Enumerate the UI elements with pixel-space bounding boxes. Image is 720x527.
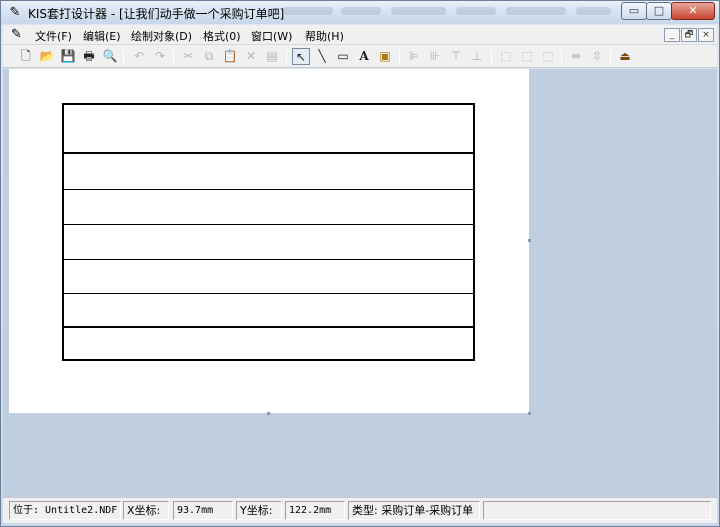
document-icon[interactable]: ✎ [11,27,22,43]
status-y-label: Y坐标: [236,501,282,520]
menu-edit[interactable]: 编辑(E) [83,28,121,44]
design-canvas-area[interactable] [3,69,717,497]
menu-draw-object[interactable]: 绘制对象(D) [131,28,192,44]
table-row-divider [64,189,473,190]
toolbar-separator [123,49,124,64]
blurred-background-text [506,7,566,15]
blurred-background-text [391,7,446,15]
horizontal-spacing-icon[interactable]: ⇹ [567,48,585,65]
application-window: ✎ KIS套打设计器 - [让我们动手做一个采购订单吧] ▭ □ ✕ ✎ 文件(… [0,0,720,527]
toolbar-separator [286,49,287,64]
menu-file[interactable]: 文件(F) [35,28,72,44]
status-x-label: X坐标: [123,501,169,520]
table-row-divider [64,152,473,154]
exit-icon[interactable]: ⏏ [616,48,634,65]
properties-icon[interactable]: ▤ [263,48,281,65]
line-tool-icon[interactable]: ╲ [313,48,331,65]
new-file-icon[interactable]: 🗋 [17,48,35,65]
toolbar-separator [399,49,400,64]
status-empty-panel [483,501,711,520]
maximize-button[interactable]: □ [646,2,672,20]
print-preview-icon[interactable]: 🔍 [101,48,119,65]
vertical-spacing-icon[interactable]: ⇳ [588,48,606,65]
same-width-icon[interactable]: ⬚ [497,48,515,65]
same-size-icon[interactable]: ⬚ [539,48,557,65]
menu-help[interactable]: 帮助(H) [305,28,344,44]
rectangle-tool-icon[interactable]: ▭ [334,48,352,65]
copy-icon[interactable]: ⧉ [200,48,218,65]
text-tool-icon[interactable]: A [355,48,373,65]
mdi-minimize-button[interactable]: _ [664,28,680,42]
menu-window[interactable]: 窗口(W) [251,28,292,44]
blurred-background-text [456,7,496,15]
page-resize-handle[interactable] [267,412,270,415]
toolbar-separator [491,49,492,64]
table-grid-object[interactable] [62,103,475,361]
page-resize-handle[interactable] [528,239,531,242]
status-y-value: 122.2mm [285,501,345,520]
align-top-icon[interactable]: ⊤ [447,48,465,65]
menu-bar: ✎ 文件(F) 编辑(E) 绘制对象(D) 格式(0) 窗口(W) 帮助(H) … [3,25,717,45]
toolbar: 🗋 📂 💾 🖶 🔍 ↶ ↷ ✂ ⧉ 📋 ✕ ▤ ↖ ╲ ▭ A ▣ ⊫ ⊪ ⊤ … [3,45,717,68]
table-row-divider [64,224,473,225]
mdi-restore-button[interactable]: 🗗 [681,28,697,42]
minimize-button[interactable]: ▭ [621,2,647,20]
save-icon[interactable]: 💾 [59,48,77,65]
toolbar-separator [173,49,174,64]
table-row-divider [64,259,473,260]
close-button[interactable]: ✕ [671,2,715,20]
window-title: KIS套打设计器 - [让我们动手做一个采购订单吧] [28,7,285,21]
status-bar: 位于: Untitle2.NDF X坐标: 93.7mm Y坐标: 122.2m… [3,497,717,523]
design-page[interactable] [9,69,529,413]
title-bar[interactable]: ✎ KIS套打设计器 - [让我们动手做一个采购订单吧] ▭ □ ✕ [1,1,719,24]
blurred-background-text [341,7,381,15]
status-x-value: 93.7mm [173,501,233,520]
undo-icon[interactable]: ↶ [130,48,148,65]
status-object-type: 类型: 采购订单-采购订单 [348,501,480,520]
delete-icon[interactable]: ✕ [242,48,260,65]
same-height-icon[interactable]: ⬚ [518,48,536,65]
print-icon[interactable]: 🖶 [80,48,98,65]
align-right-icon[interactable]: ⊪ [426,48,444,65]
mdi-close-button[interactable]: × [698,28,714,42]
redo-icon[interactable]: ↷ [151,48,169,65]
cut-icon[interactable]: ✂ [179,48,197,65]
table-row-divider [64,326,473,328]
paste-icon[interactable]: 📋 [221,48,239,65]
toolbar-separator [610,49,611,64]
blurred-background-text [576,7,611,15]
status-location: 位于: Untitle2.NDF [9,501,121,520]
table-row-divider [64,293,473,294]
align-bottom-icon[interactable]: ⊥ [468,48,486,65]
image-tool-icon[interactable]: ▣ [376,48,394,65]
open-folder-icon[interactable]: 📂 [38,48,56,65]
select-pointer-icon[interactable]: ↖ [292,48,310,65]
blurred-background-text [283,7,333,15]
menu-format[interactable]: 格式(0) [203,28,241,44]
toolbar-separator [561,49,562,64]
align-left-icon[interactable]: ⊫ [405,48,423,65]
page-resize-handle[interactable] [528,412,531,415]
app-icon: ✎ [9,5,21,20]
